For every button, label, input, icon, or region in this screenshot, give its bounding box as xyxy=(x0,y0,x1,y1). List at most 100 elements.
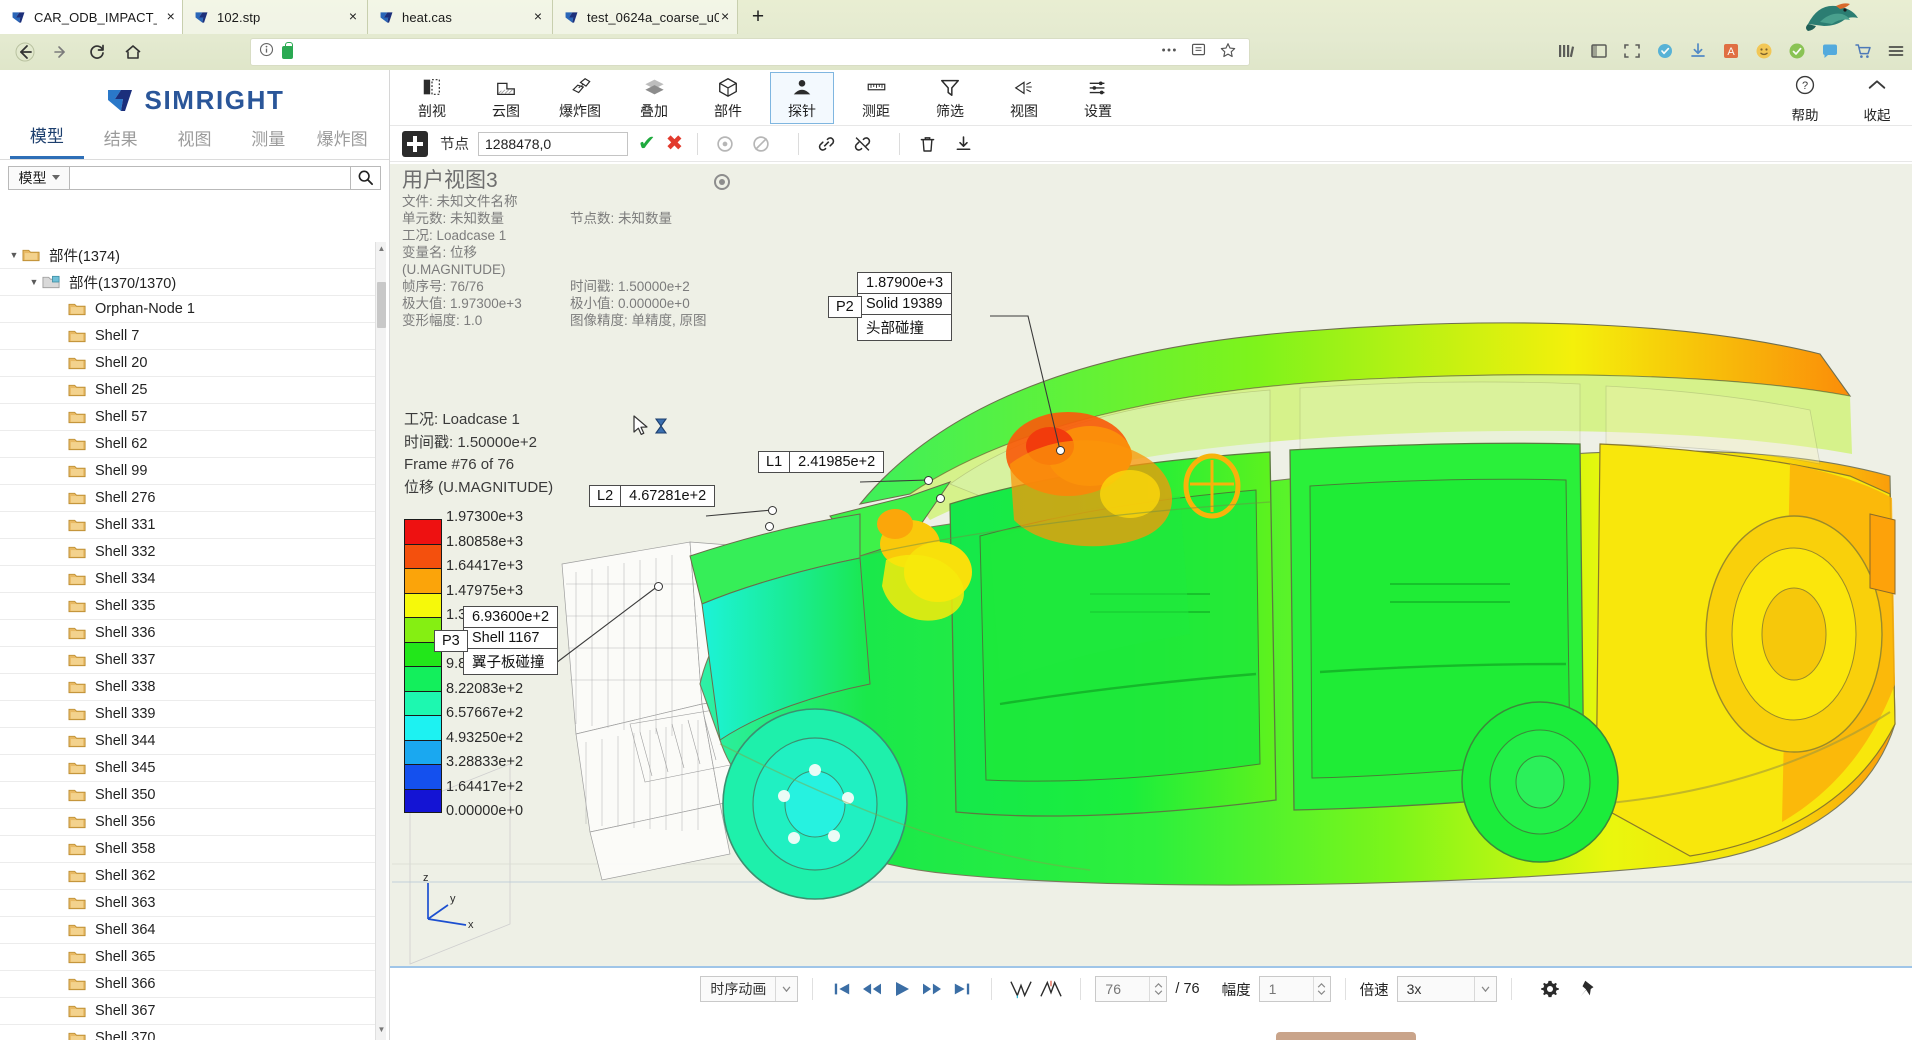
sync-icon[interactable] xyxy=(1655,41,1675,61)
tree-filter-select[interactable]: 模型 xyxy=(8,166,70,190)
target-circle-icon[interactable] xyxy=(712,131,738,157)
help-button[interactable]: ? 帮助 xyxy=(1780,74,1830,124)
home-icon[interactable] xyxy=(118,37,148,67)
probe-point-L1a[interactable] xyxy=(924,476,933,485)
page-info-icon[interactable] xyxy=(259,42,274,62)
3d-viewport[interactable]: 用户视图3 文件: 未知文件名称 单元数: 未知数量节点数: 未知数量 工况: … xyxy=(390,164,1912,1010)
ribbon-contour-plot[interactable]: 云图 xyxy=(474,72,538,124)
browser-tab-3[interactable]: heat.cas × xyxy=(368,0,553,34)
gear-icon[interactable] xyxy=(1536,975,1564,1003)
model-tree[interactable]: ▼部件(1374)▼部件(1370/1370)Orphan-Node 1Shel… xyxy=(0,242,390,1040)
browser-tab-2[interactable]: 102.stp × xyxy=(183,0,368,34)
tree-item[interactable]: Shell 7 xyxy=(0,323,376,350)
scrollbar-thumb[interactable] xyxy=(377,282,386,328)
collapse-button[interactable]: 收起 xyxy=(1852,74,1902,124)
reload-icon[interactable] xyxy=(82,37,112,67)
menu-hamburger-icon[interactable] xyxy=(1886,41,1906,61)
tree-item[interactable]: Shell 364 xyxy=(0,917,376,944)
tree-item[interactable]: ▼部件(1374) xyxy=(0,242,376,269)
probe-label-L2[interactable]: L2 4.67281e+2 xyxy=(589,485,715,507)
node-id-input[interactable]: 1288478,0 xyxy=(478,132,628,156)
add-probe-button[interactable] xyxy=(402,131,428,157)
tree-item[interactable]: Shell 57 xyxy=(0,404,376,431)
scroll-down-arrow-icon[interactable]: ▼ xyxy=(376,1025,387,1038)
browser-tab-close-icon[interactable]: × xyxy=(165,9,176,25)
tree-item[interactable]: Shell 362 xyxy=(0,863,376,890)
ribbon-overlay[interactable]: 叠加 xyxy=(622,72,686,124)
tree-item[interactable]: Shell 331 xyxy=(0,512,376,539)
tree-item[interactable]: Shell 25 xyxy=(0,377,376,404)
tab-view[interactable]: 视图 xyxy=(158,125,232,159)
tree-item[interactable]: Shell 350 xyxy=(0,782,376,809)
tree-item[interactable]: Shell 366 xyxy=(0,971,376,998)
ribbon-exploded-view[interactable]: 爆炸图 xyxy=(548,72,612,124)
play-icon[interactable] xyxy=(887,975,917,1003)
tree-item[interactable]: Shell 337 xyxy=(0,647,376,674)
emoji-icon[interactable] xyxy=(1754,41,1774,61)
tree-item[interactable]: Shell 336 xyxy=(0,620,376,647)
probe-point-L2a[interactable] xyxy=(768,506,777,515)
tab-results[interactable]: 结果 xyxy=(84,125,158,159)
frame-spinner[interactable] xyxy=(1149,977,1166,1001)
color-legend-bar[interactable] xyxy=(404,519,442,813)
tree-item[interactable]: Shell 99 xyxy=(0,458,376,485)
tree-item[interactable]: Shell 370 xyxy=(0,1025,376,1040)
trash-icon[interactable] xyxy=(914,131,940,157)
browser-tab-close-icon[interactable]: × xyxy=(530,9,546,25)
ribbon-settings[interactable]: 设置 xyxy=(1066,72,1130,124)
tree-item[interactable]: Shell 335 xyxy=(0,593,376,620)
fast-forward-icon[interactable] xyxy=(917,975,947,1003)
tab-measure[interactable]: 测量 xyxy=(231,125,305,159)
back-arrow-icon[interactable] xyxy=(10,37,40,67)
amplitude-spinner[interactable] xyxy=(1313,977,1330,1001)
reader-mode-icon[interactable] xyxy=(1190,41,1207,63)
sidebar-icon[interactable] xyxy=(1589,41,1609,61)
tree-item[interactable]: Shell 365 xyxy=(0,944,376,971)
record-indicator-icon[interactable] xyxy=(714,174,730,190)
probe-point-P2[interactable] xyxy=(1056,446,1065,455)
probe-point-L2b[interactable] xyxy=(765,522,774,531)
skip-start-icon[interactable] xyxy=(827,975,857,1003)
download-probe-icon[interactable] xyxy=(950,131,976,157)
browser-tab-4[interactable]: test_0624a_coarse_u001_v00 × xyxy=(553,0,738,34)
probe-point-P3[interactable] xyxy=(654,582,663,591)
extension-green-icon[interactable] xyxy=(1787,41,1807,61)
tree-item[interactable]: Shell 20 xyxy=(0,350,376,377)
tree-item[interactable]: Shell 345 xyxy=(0,755,376,782)
tree-item[interactable]: Shell 358 xyxy=(0,836,376,863)
target-slash-icon[interactable] xyxy=(748,131,774,157)
speed-select[interactable]: 3x xyxy=(1397,976,1497,1002)
tree-item[interactable]: Shell 344 xyxy=(0,728,376,755)
tree-item[interactable]: Shell 367 xyxy=(0,998,376,1025)
tree-scrollbar[interactable]: ▲ ▼ xyxy=(375,242,386,1040)
unlink-icon[interactable] xyxy=(849,131,875,157)
confirm-check-icon[interactable]: ✔ xyxy=(638,133,656,154)
cart-icon[interactable] xyxy=(1853,41,1873,61)
ribbon-measure[interactable]: 测距 xyxy=(844,72,908,124)
address-bar[interactable] xyxy=(250,38,1250,66)
page-actions-icon[interactable] xyxy=(1160,41,1178,64)
probe-label-P2[interactable]: P2 1.87900e+3 Solid 19389 头部碰撞 xyxy=(857,272,952,341)
animation-mode-select[interactable]: 时序动画 xyxy=(700,976,798,1002)
tree-item[interactable]: Shell 338 xyxy=(0,674,376,701)
tab-model[interactable]: 模型 xyxy=(10,122,84,159)
skip-end-icon[interactable] xyxy=(947,975,977,1003)
probe-label-L1[interactable]: L1 2.41985e+2 xyxy=(758,451,884,473)
tree-caret-icon[interactable]: ▼ xyxy=(26,277,42,287)
translate-icon[interactable]: A xyxy=(1721,41,1741,61)
new-tab-button[interactable]: + xyxy=(745,5,771,31)
library-icon[interactable] xyxy=(1556,41,1576,61)
tree-item[interactable]: Shell 62 xyxy=(0,431,376,458)
chat-bubble-icon[interactable] xyxy=(1820,41,1840,61)
link-icon[interactable] xyxy=(813,131,839,157)
tree-item[interactable]: Orphan-Node 1 xyxy=(0,296,376,323)
tree-item[interactable]: ▼部件(1370/1370) xyxy=(0,269,376,296)
download-icon[interactable] xyxy=(1688,41,1708,61)
tab-exploded[interactable]: 爆炸图 xyxy=(305,125,379,159)
ribbon-view[interactable]: 视图 xyxy=(992,72,1056,124)
tree-item[interactable]: Shell 334 xyxy=(0,566,376,593)
browser-tab-close-icon[interactable]: × xyxy=(345,9,361,25)
tree-search-input[interactable] xyxy=(70,166,351,190)
tree-caret-icon[interactable]: ▼ xyxy=(6,250,22,260)
min-curve-icon[interactable] xyxy=(1006,975,1036,1003)
